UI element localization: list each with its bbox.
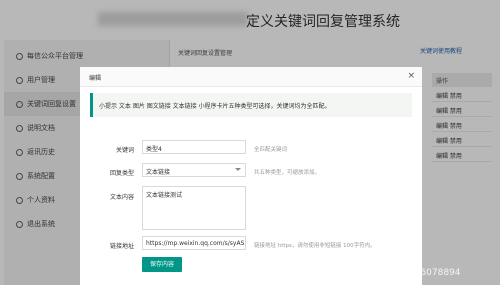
- keyword-hint: 全匹配关键词: [254, 147, 288, 153]
- content-textarea[interactable]: 文本链接测试: [142, 186, 246, 230]
- type-select-value: 文本链接: [146, 169, 171, 176]
- edit-form: 关键词 类型4 全匹配关键词 回复类型 文本链接 共五种类型，可缩放添加。 文本…: [84, 131, 418, 281]
- dialog-header: 编辑 ×: [80, 67, 422, 87]
- type-hint: 共五种类型，可缩放添加。: [254, 170, 321, 176]
- type-select[interactable]: 文本链接: [142, 163, 246, 177]
- tip-banner: 小提示 文本 图片 图文链接 文本链接 小程序卡片五种类型可选择，关键词均为全匹…: [90, 93, 412, 117]
- edit-dialog: 编辑 × 小提示 文本 图片 图文链接 文本链接 小程序卡片五种类型可选择，关键…: [80, 67, 422, 285]
- save-button[interactable]: 保存内容: [142, 257, 182, 272]
- close-icon[interactable]: ×: [407, 71, 415, 81]
- content-label: 文本内容: [109, 194, 134, 201]
- keyword-input[interactable]: 类型4: [142, 140, 246, 154]
- link-input[interactable]: https://mp.weixin.qq.com/s/syASML2C: [142, 236, 246, 250]
- chevron-down-icon: [235, 168, 241, 171]
- watermark-text: https://blog.csdn.net/weixin_46078894: [285, 268, 461, 278]
- type-label: 回复类型: [109, 170, 134, 177]
- link-label: 链接地址: [109, 243, 134, 250]
- keyword-label: 关键词: [115, 147, 134, 154]
- link-hint: 链接地址 https，请勿使用非短链接 100字符内。: [254, 243, 376, 249]
- dialog-title: 编辑: [89, 75, 102, 82]
